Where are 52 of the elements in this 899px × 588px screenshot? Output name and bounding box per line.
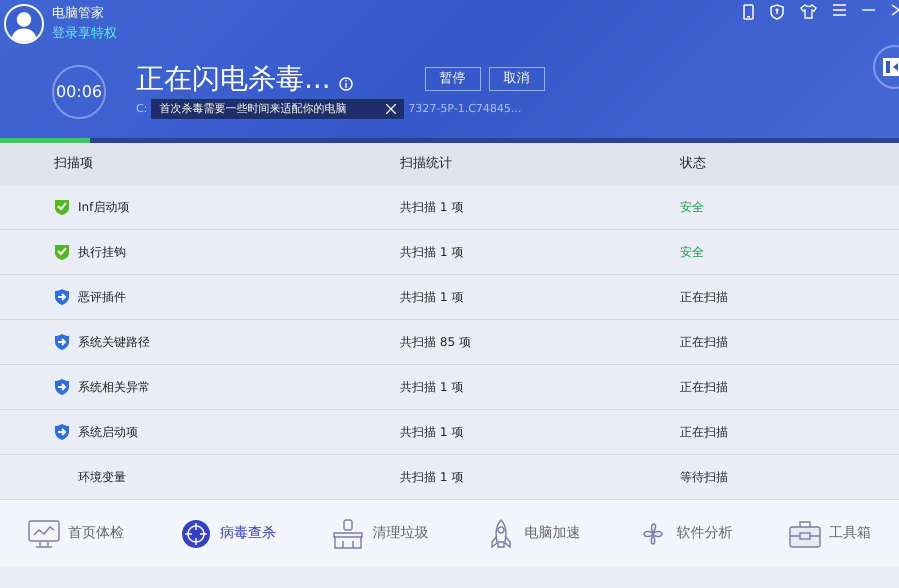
scan-status: 正在扫描 [680,334,728,351]
scan-item-name: 执行挂钩 [78,244,126,261]
scan-status: 安全 [680,199,704,216]
nav-tab[interactable]: 病毒查杀 [180,518,276,548]
scan-item-name: 恶评插件 [78,289,126,306]
scan-path: 7327-5P-1.C74845... [408,100,522,117]
column-header: 状态 [680,155,706,174]
scan-item-name: 系统相关异常 [78,379,150,396]
scan-item-name: 系统关键路径 [78,334,150,351]
scan-status: 正在扫描 [680,289,728,306]
tooltip-text: 首次杀毒需要一些时间来适配你的电脑 [159,100,346,117]
nav-tab[interactable]: 清理垃圾 [332,518,428,548]
scan-item-name: 系统启动项 [78,424,138,441]
column-header: 扫描统计 [400,155,453,174]
scan-count: 共扫描 1 项 [400,469,464,486]
scan-item-name: Inf启动项 [78,199,130,216]
target-icon [180,518,212,548]
close-icon[interactable] [386,104,396,114]
scan-count: 共扫描 85 项 [400,334,472,351]
pause-button[interactable]: 暂停 [424,67,481,91]
scan-path: C: [136,100,148,117]
info-icon[interactable] [338,76,353,91]
scan-count: 共扫描 1 项 [400,244,464,261]
scan-count: 共扫描 1 项 [400,199,464,216]
column-header: 扫描项 [53,155,94,174]
scan-status: 正在扫描 [680,424,728,441]
menu-icon[interactable] [833,4,846,16]
avatar-icon[interactable] [4,4,44,44]
login-link[interactable]: 登录享特权 [52,24,117,43]
scan-timer: 00:06 [52,64,106,119]
scan-title: 正在闪电杀毒... [136,64,331,95]
shield-icon[interactable] [770,4,784,20]
scan-count: 共扫描 1 项 [400,424,464,441]
scan-item-name: 环境变量 [78,469,126,486]
close-icon[interactable] [891,4,899,16]
shirt-icon[interactable] [800,4,817,19]
monitor-chart-icon [28,518,60,548]
exit-icon [883,58,899,76]
phone-icon[interactable] [743,4,754,20]
nav-tab[interactable]: 电脑加速 [484,518,581,548]
scan-status: 正在扫描 [680,379,728,396]
scan-status: 等待扫描 [680,469,728,486]
nav-tab[interactable]: 软件分析 [636,518,733,548]
cancel-button[interactable]: 取消 [488,67,545,91]
toolbox-icon [788,518,821,548]
scan-status: 安全 [680,244,704,261]
app-title: 电脑管家 [52,5,105,23]
scan-count: 共扫描 1 项 [400,379,464,396]
nav-tab[interactable]: 工具箱 [788,518,871,548]
scan-count: 共扫描 1 项 [400,289,464,306]
brush-icon [332,518,364,548]
nav-tab[interactable]: 首页体检 [28,518,124,548]
